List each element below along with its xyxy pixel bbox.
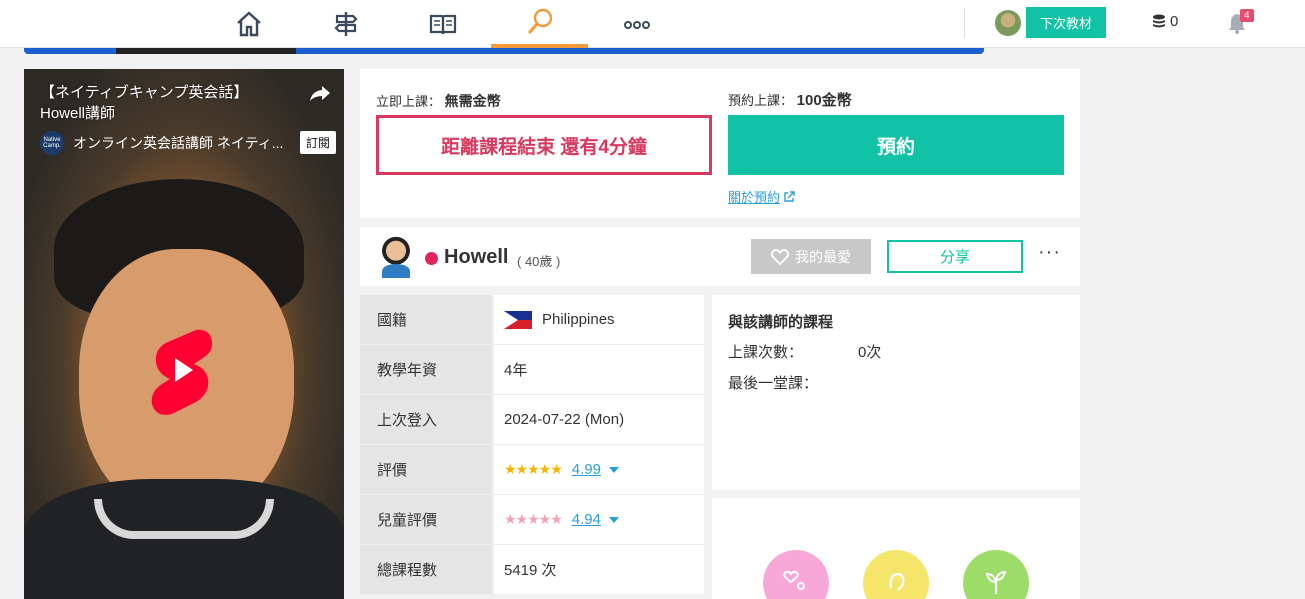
banner-strip-dark [116, 48, 296, 54]
signpost-icon[interactable] [297, 0, 394, 48]
search-icon[interactable] [491, 0, 588, 48]
tutor-info-table: 國籍 Philippines 教學年資 4年 上次登入 2024-07-22 (… [360, 295, 704, 595]
home-icon[interactable] [200, 0, 297, 48]
intro-video[interactable]: 【ネイティブキャンプ英会話】 Howell講師 Native Camp. オンラ… [24, 69, 344, 599]
channel-logo[interactable]: Native Camp. [40, 131, 64, 155]
coin-count: 0 [1170, 13, 1179, 30]
tutor-header: Howell ( 40歲 ) 我的最愛 分享 ··· [360, 227, 1080, 286]
share-arrow-icon[interactable] [308, 81, 332, 105]
lessons-title: 與該講師的課程 [728, 314, 834, 331]
table-row: 評價 ★★★★★ 4.99 [360, 445, 704, 495]
external-link-icon [784, 190, 795, 202]
kids-rating-stars-icon: ★★★★★ [504, 511, 563, 527]
tutor-features-panel [712, 498, 1080, 599]
more-options-icon[interactable]: ··· [1038, 241, 1061, 264]
rating-stars-icon: ★★★★★ [504, 461, 563, 477]
reserve-button[interactable]: 預約 [728, 115, 1064, 175]
status-indicator [425, 252, 438, 265]
booking-panel: 立即上課： 無需金幣 預約上課： 100金幣 距離課程結束 還有4分鐘 預約 關… [360, 69, 1080, 218]
table-row: 上次登入 2024-07-22 (Mon) [360, 395, 704, 445]
table-row: 總課程數 5419 次 [360, 545, 704, 595]
instant-lesson-label: 立即上課： 無需金幣 [376, 93, 501, 109]
lessons-with-tutor-panel: 與該講師的課程 上課次數： 0次 最後一堂課： [712, 295, 1080, 490]
coin-stack-icon [1153, 14, 1165, 27]
tutor-age: ( 40歲 ) [517, 254, 561, 269]
rating-link[interactable]: 4.99 [572, 461, 601, 478]
heart-icon [771, 248, 789, 265]
more-icon[interactable] [588, 0, 685, 48]
table-row: 兒童評價 ★★★★★ 4.94 [360, 495, 704, 545]
share-button[interactable]: 分享 [887, 240, 1023, 273]
table-row: 教學年資 4年 [360, 345, 704, 395]
about-reservation-link[interactable]: 關於預約 [728, 187, 795, 206]
youtube-shorts-play-icon[interactable] [148, 324, 218, 416]
caret-down-icon[interactable] [608, 466, 619, 473]
lesson-remaining-button[interactable]: 距離課程結束 還有4分鐘 [376, 115, 712, 175]
coin-balance[interactable]: 0 [1152, 13, 1178, 30]
channel-name[interactable]: オンライン英会話講師 ネイティ... [73, 133, 283, 153]
subscribe-button[interactable]: 訂閱 [300, 131, 337, 154]
kids-rating-link[interactable]: 4.94 [572, 511, 601, 528]
sprout-icon [963, 550, 1029, 599]
top-navigation: 下次教材 0 4 [0, 0, 1305, 48]
notification-badge: 4 [1240, 9, 1254, 22]
user-avatar[interactable] [995, 10, 1021, 36]
table-row: 國籍 Philippines [360, 295, 704, 345]
book-icon[interactable] [394, 0, 491, 48]
nav-divider [964, 8, 965, 38]
next-material-button[interactable]: 下次教材 [1026, 7, 1106, 38]
tutor-avatar [378, 234, 414, 278]
reserve-lesson-label: 預約上課： 100金幣 [728, 92, 852, 109]
lesson-count-value: 0次 [858, 344, 882, 361]
video-title[interactable]: 【ネイティブキャンプ英会話】 Howell講師 [40, 82, 248, 124]
kids-friendly-icon [763, 550, 829, 599]
philippines-flag-icon [504, 310, 532, 329]
lesson-count-label: 上課次數： [728, 344, 804, 361]
caret-down-icon[interactable] [608, 516, 619, 523]
tutor-name: Howell [444, 246, 509, 268]
last-lesson-label: 最後一堂課： [728, 375, 819, 392]
favorite-button[interactable]: 我的最愛 [751, 239, 871, 274]
ear-icon [863, 550, 929, 599]
